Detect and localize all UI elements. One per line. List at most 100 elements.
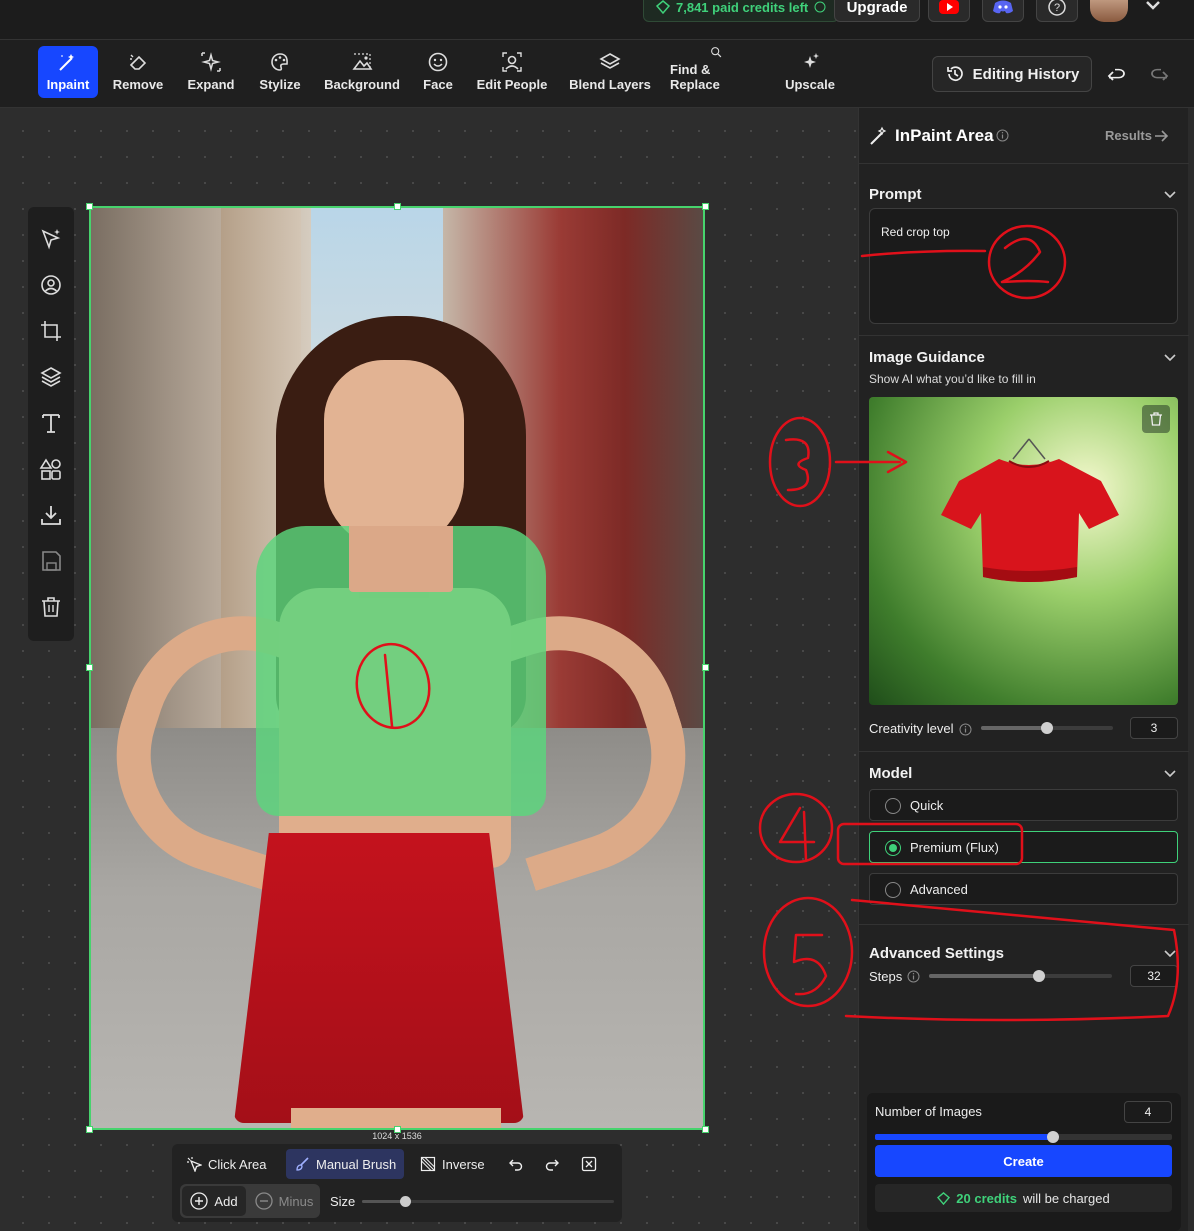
num-images-slider[interactable] — [875, 1131, 1172, 1143]
discord-button[interactable] — [982, 0, 1024, 22]
click-area-icon — [187, 1157, 202, 1172]
redo-icon[interactable] — [1148, 64, 1170, 86]
tool-upscale[interactable]: Upscale — [782, 46, 838, 98]
tool-edit-people[interactable]: Edit People — [476, 46, 548, 98]
chevron-down-icon[interactable] — [1163, 351, 1177, 365]
shapes-icon[interactable] — [39, 457, 63, 481]
chevron-down-icon[interactable] — [1163, 188, 1177, 202]
face — [324, 360, 464, 550]
select-sparkle-icon[interactable] — [39, 227, 63, 251]
charge-amount: 20 credits — [956, 1190, 1017, 1206]
num-images-input[interactable]: 4 — [1124, 1101, 1172, 1123]
tool-find-replace[interactable]: Find & Replace — [670, 46, 762, 98]
chevron-down-icon[interactable] — [1143, 0, 1163, 16]
tool-label: Blend Layers — [569, 77, 651, 92]
info-icon[interactable] — [907, 970, 920, 983]
chevron-down-icon[interactable] — [1163, 767, 1177, 781]
brush-size-slider[interactable] — [362, 1196, 614, 1207]
slider-knob[interactable] — [1041, 722, 1053, 734]
editing-history-label: Editing History — [972, 65, 1080, 83]
arrow-right-icon[interactable] — [1153, 128, 1169, 144]
avatar[interactable] — [1090, 0, 1128, 22]
tool-label: Upscale — [785, 77, 835, 92]
trash-icon[interactable] — [39, 595, 63, 619]
help-button[interactable]: ? — [1036, 0, 1078, 22]
steps-label: Steps — [869, 969, 903, 984]
download-icon[interactable] — [39, 503, 63, 527]
resize-handle[interactable] — [86, 203, 93, 210]
slider-fill — [875, 1134, 1054, 1140]
tool-label: Find & Replace — [670, 62, 720, 92]
credits-badge[interactable]: 7,841 paid credits left — [643, 0, 840, 22]
prompt-title: Prompt — [869, 186, 922, 203]
youtube-button[interactable] — [928, 0, 970, 22]
chevron-down-icon[interactable] — [1163, 947, 1177, 961]
tool-blend-layers[interactable]: Blend Layers — [568, 46, 652, 98]
model-option-quick[interactable]: Quick — [869, 789, 1178, 821]
tool-label: Edit People — [476, 77, 548, 92]
steps-value-input[interactable]: 32 — [1130, 965, 1178, 987]
prompt-textarea[interactable]: Red crop top — [869, 208, 1178, 324]
creativity-value-input[interactable]: 3 — [1130, 717, 1178, 739]
tool-background[interactable]: Background — [322, 46, 402, 98]
text-icon[interactable] — [39, 411, 63, 435]
slider-knob[interactable] — [1047, 1131, 1060, 1143]
resize-handle[interactable] — [86, 664, 93, 671]
undo-icon[interactable] — [1106, 64, 1128, 86]
redo-icon[interactable] — [544, 1156, 560, 1172]
info-icon[interactable] — [996, 129, 1009, 142]
creativity-slider[interactable] — [981, 722, 1113, 734]
credits-charge-note: 20 credits will be charged — [875, 1184, 1172, 1212]
info-icon[interactable] — [959, 723, 972, 736]
inverse-label: Inverse — [442, 1156, 485, 1172]
brush-icon — [296, 1157, 309, 1171]
guidance-image[interactable] — [869, 397, 1178, 705]
slider-knob[interactable] — [1032, 970, 1045, 982]
model-option-advanced[interactable]: Advanced — [869, 873, 1178, 905]
help-icon: ? — [1048, 0, 1066, 16]
tool-remove[interactable]: Remove — [110, 46, 166, 98]
resize-handle[interactable] — [86, 1126, 93, 1133]
tool-label: Expand — [187, 77, 235, 92]
resize-handle[interactable] — [702, 203, 709, 210]
image-guidance-subtitle: Show AI what you’d like to fill in — [869, 372, 1036, 386]
remove-guidance-image-button[interactable] — [1142, 405, 1170, 433]
resize-handle[interactable] — [394, 203, 401, 210]
radio-button[interactable] — [885, 882, 901, 898]
inverse-button[interactable]: Inverse — [412, 1149, 493, 1179]
editing-history-button[interactable]: Editing History — [932, 56, 1092, 92]
save-icon[interactable] — [39, 549, 63, 573]
radio-button[interactable] — [885, 798, 901, 814]
tool-inpaint[interactable]: Inpaint — [38, 46, 98, 98]
resize-handle[interactable] — [702, 664, 709, 671]
plus-circle-icon — [190, 1192, 209, 1210]
layers-icon[interactable] — [39, 365, 63, 389]
slider-knob[interactable] — [399, 1196, 411, 1207]
minus-button[interactable]: Minus — [250, 1186, 318, 1216]
tool-label: Stylize — [259, 77, 301, 92]
undo-icon[interactable] — [508, 1156, 524, 1172]
model-option-premium-flux[interactable]: Premium (Flux) — [869, 831, 1178, 863]
panel-header: InPaint Area Results — [859, 108, 1189, 164]
add-button[interactable]: Add — [182, 1186, 246, 1216]
results-link[interactable]: Results — [1105, 128, 1152, 143]
tool-face[interactable]: Face — [418, 46, 458, 98]
panel-title: InPaint Area — [895, 126, 994, 145]
resize-handle[interactable] — [702, 1126, 709, 1133]
canvas-image[interactable] — [89, 206, 705, 1130]
steps-slider[interactable] — [929, 970, 1112, 982]
crop-icon[interactable] — [39, 319, 63, 343]
tool-label: Remove — [112, 77, 164, 92]
create-button[interactable]: Create — [875, 1145, 1172, 1177]
model-option-label: Advanced — [910, 882, 968, 897]
tool-stylize[interactable]: Stylize — [254, 46, 306, 98]
slider-fill — [929, 974, 1039, 978]
manual-brush-button[interactable]: Manual Brush — [286, 1149, 405, 1179]
person-target-icon[interactable] — [39, 273, 63, 297]
help-circle-icon — [814, 1, 826, 13]
click-area-button[interactable]: Click Area — [178, 1149, 275, 1179]
upgrade-button[interactable]: Upgrade — [834, 0, 920, 22]
radio-button[interactable] — [885, 840, 901, 856]
clear-mask-icon[interactable] — [581, 1156, 597, 1172]
tool-expand[interactable]: Expand — [184, 46, 238, 98]
